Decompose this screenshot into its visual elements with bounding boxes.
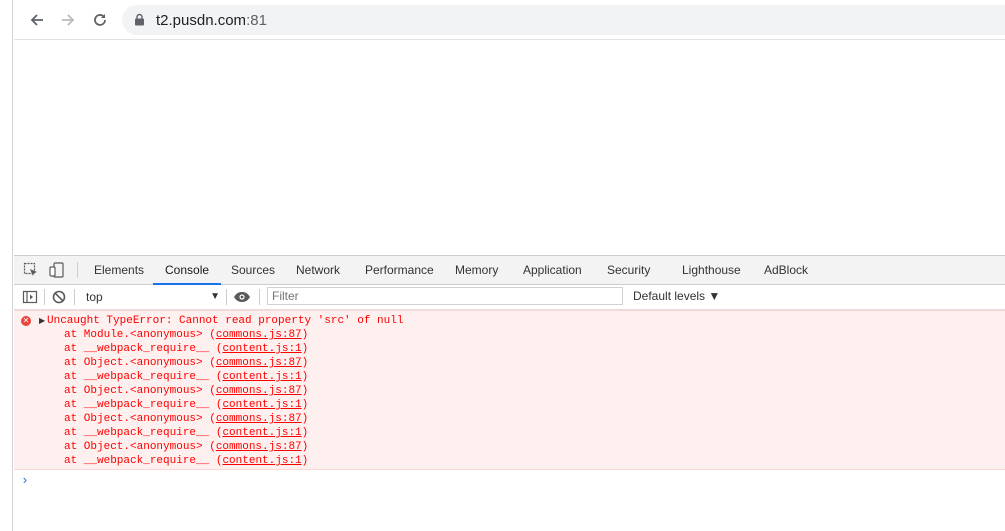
filter-input[interactable] — [267, 287, 623, 305]
back-arrow-icon[interactable] — [26, 9, 48, 31]
stack-frame-text: at __webpack_require__ ( — [64, 371, 223, 383]
stack-trace-line: at Module.<anonymous> (commons.js:87) — [47, 328, 308, 342]
source-link[interactable]: commons.js:87 — [216, 357, 302, 369]
stack-frame-text: at __webpack_require__ ( — [64, 427, 223, 439]
stack-trace-line: at __webpack_require__ (content.js:1) — [47, 342, 308, 356]
address-bar[interactable]: t2.pusdn.com:81 — [122, 5, 1005, 35]
tab-separator — [77, 262, 78, 278]
stack-frame-suffix: ) — [301, 455, 309, 467]
log-levels-dropdown[interactable]: Default levels ▼ — [633, 289, 720, 303]
error-message[interactable]: ✕ ▶ Uncaught TypeError: Cannot read prop… — [14, 310, 1005, 470]
stack-frame-text: at Object.<anonymous> ( — [64, 441, 216, 453]
stack-frame-text: at __webpack_require__ ( — [64, 343, 223, 355]
tab-security[interactable]: Security — [607, 256, 650, 284]
stack-frame-text: at __webpack_require__ ( — [64, 455, 223, 467]
stack-frame-suffix: ) — [301, 371, 309, 383]
stack-trace-line: at __webpack_require__ (content.js:1) — [47, 398, 308, 412]
reload-icon[interactable] — [89, 9, 111, 31]
toolbar-separator — [259, 289, 260, 305]
tab-elements[interactable]: Elements — [94, 256, 144, 284]
devtools-tabbar: Elements Console Sources Network Perform… — [14, 256, 1005, 285]
source-link[interactable]: commons.js:87 — [216, 385, 302, 397]
source-link[interactable]: content.js:1 — [222, 343, 301, 355]
tab-lighthouse[interactable]: Lighthouse — [682, 256, 741, 284]
tab-performance[interactable]: Performance — [365, 256, 434, 284]
stack-trace-line: at Object.<anonymous> (commons.js:87) — [47, 412, 308, 426]
stack-frame-text: at Module.<anonymous> ( — [64, 329, 216, 341]
stack-frame-suffix: ) — [301, 385, 309, 397]
stack-trace-line: at __webpack_require__ (content.js:1) — [47, 370, 308, 384]
forward-arrow-icon[interactable] — [57, 9, 79, 31]
stack-frame-text: at Object.<anonymous> ( — [64, 357, 216, 369]
toolbar-separator — [226, 289, 227, 305]
tab-console[interactable]: Console — [152, 256, 222, 285]
stack-trace-line: at __webpack_require__ (content.js:1) — [47, 454, 308, 468]
console-messages: ✕ ▶ Uncaught TypeError: Cannot read prop… — [14, 310, 1005, 531]
tab-adblock[interactable]: AdBlock — [764, 256, 808, 284]
tab-sources[interactable]: Sources — [231, 256, 275, 284]
stack-frame-suffix: ) — [301, 329, 309, 341]
source-link[interactable]: content.js:1 — [222, 427, 301, 439]
javascript-context-select[interactable]: top ▼ — [80, 287, 220, 305]
stack-trace-line: at Object.<anonymous> (commons.js:87) — [47, 384, 308, 398]
live-expression-eye-icon[interactable] — [233, 289, 250, 305]
stack-frame-suffix: ) — [301, 399, 309, 411]
browser-toolbar: t2.pusdn.com:81 — [14, 0, 1005, 40]
error-icon: ✕ — [21, 316, 31, 326]
console-prompt[interactable]: › — [21, 473, 29, 488]
source-link[interactable]: commons.js:87 — [216, 329, 302, 341]
url-port: :81 — [246, 12, 267, 29]
error-text: Uncaught TypeError: Cannot read property… — [47, 315, 404, 327]
stack-trace-line: at __webpack_require__ (content.js:1) — [47, 426, 308, 440]
window-left-edge — [0, 0, 13, 531]
stack-trace: at Module.<anonymous> (commons.js:87) at … — [47, 328, 308, 468]
url-text: t2.pusdn.com:81 — [156, 12, 267, 29]
tab-application[interactable]: Application — [523, 256, 582, 284]
toolbar-separator — [74, 289, 75, 305]
stack-frame-text: at __webpack_require__ ( — [64, 399, 223, 411]
stack-frame-suffix: ) — [301, 413, 309, 425]
console-toolbar: top ▼ Default levels ▼ — [14, 285, 1005, 310]
tab-memory[interactable]: Memory — [455, 256, 498, 284]
device-toolbar-icon[interactable] — [49, 262, 65, 278]
expand-triangle-icon[interactable]: ▶ — [39, 316, 45, 325]
url-host: t2.pusdn.com — [156, 12, 247, 29]
source-link[interactable]: commons.js:87 — [216, 413, 302, 425]
stack-trace-line: at Object.<anonymous> (commons.js:87) — [47, 356, 308, 370]
tab-network[interactable]: Network — [296, 256, 340, 284]
stack-frame-suffix: ) — [301, 357, 309, 369]
inspect-element-icon[interactable] — [23, 262, 39, 278]
context-value: top — [86, 290, 103, 304]
source-link[interactable]: content.js:1 — [222, 399, 301, 411]
page-content — [14, 40, 1005, 255]
devtools-panel: Elements Console Sources Network Perform… — [14, 255, 1005, 531]
clear-console-icon[interactable] — [51, 289, 67, 305]
stack-frame-suffix: ) — [301, 427, 309, 439]
stack-frame-suffix: ) — [301, 343, 309, 355]
console-sidebar-icon[interactable] — [22, 289, 38, 305]
lock-icon[interactable] — [134, 13, 145, 29]
chevron-down-icon: ▼ — [210, 291, 220, 302]
stack-frame-text: at Object.<anonymous> ( — [64, 385, 216, 397]
source-link[interactable]: commons.js:87 — [216, 441, 302, 453]
toolbar-separator — [44, 289, 45, 305]
stack-frame-text: at Object.<anonymous> ( — [64, 413, 216, 425]
source-link[interactable]: content.js:1 — [222, 371, 301, 383]
stack-frame-suffix: ) — [301, 441, 309, 453]
stack-trace-line: at Object.<anonymous> (commons.js:87) — [47, 440, 308, 454]
source-link[interactable]: content.js:1 — [222, 455, 301, 467]
